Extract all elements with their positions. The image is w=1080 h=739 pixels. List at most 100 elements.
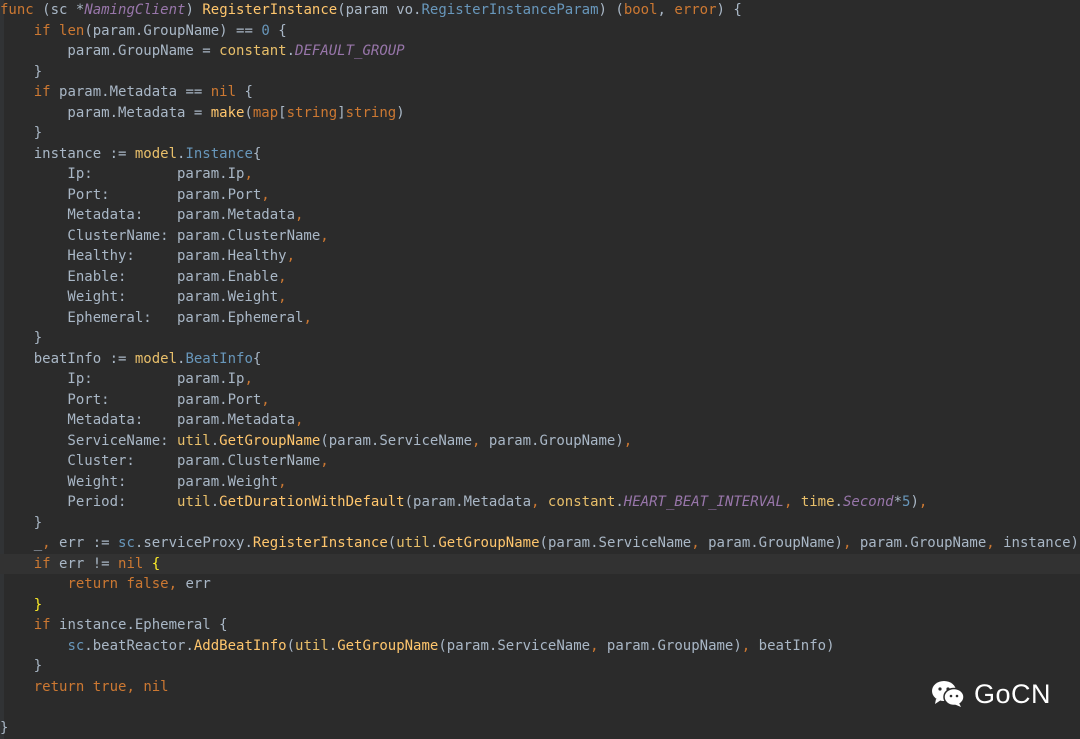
code-token: .	[210, 494, 220, 510]
code-token: ,	[918, 494, 928, 510]
code-line[interactable]: Period: util.GetDurationWithDefault(para…	[0, 492, 1080, 513]
code-token: .	[210, 432, 220, 449]
code-token: map	[252, 104, 279, 121]
code-line[interactable]: }	[0, 656, 1080, 677]
code-token: Healthy: param.Healthy	[0, 248, 287, 264]
code-token: [	[278, 104, 287, 121]
code-line[interactable]: Metadata: param.Metadata,	[0, 410, 1080, 431]
code-line[interactable]	[0, 697, 1080, 718]
code-line[interactable]: }	[0, 718, 1080, 739]
code-line[interactable]: if err != nil {	[0, 553, 1080, 574]
code-line[interactable]: if param.Metadata == nil {	[0, 82, 1080, 103]
code-line[interactable]: Weight: param.Weight,	[0, 287, 1080, 308]
code-token: }	[0, 330, 43, 346]
code-token: Metadata: param.Metadata	[0, 207, 296, 223]
code-token: .beatReactor.	[84, 637, 194, 654]
code-token: ,	[303, 309, 312, 326]
code-token: {	[252, 145, 262, 162]
code-token: util	[177, 432, 211, 449]
code-token: nil	[143, 678, 169, 695]
code-token: RegisterInstance	[252, 535, 388, 551]
code-token: {	[252, 350, 262, 367]
code-token: Ephemeral: param.Ephemeral	[0, 309, 304, 326]
code-token: Ip: param.Ip	[0, 371, 245, 387]
code-line[interactable]: return false, err	[0, 574, 1080, 595]
code-token: ,	[286, 248, 296, 264]
code-token: return false	[67, 576, 169, 592]
code-token: ,	[244, 166, 253, 182]
code-token: if	[33, 617, 60, 633]
code-token: nil	[118, 555, 152, 572]
code-token: model	[134, 145, 178, 162]
code-token: BeatInfo	[185, 350, 253, 367]
code-token: ) {	[716, 2, 742, 18]
code-token: model	[134, 350, 178, 367]
code-line[interactable]: }	[0, 123, 1080, 144]
code-line[interactable]: Port: param.Port,	[0, 390, 1080, 411]
code-token: }	[33, 596, 43, 613]
code-token: Ip: param.Ip	[0, 166, 245, 182]
code-line[interactable]: return true, nil	[0, 677, 1080, 698]
code-token: ,	[590, 637, 599, 654]
wechat-icon	[930, 679, 966, 709]
code-token: )	[910, 494, 919, 510]
code-line[interactable]: func (sc *NamingClient) RegisterInstance…	[0, 0, 1080, 21]
code-line[interactable]: param.GroupName = constant.DEFAULT_GROUP	[0, 41, 1080, 62]
code-token: util	[396, 535, 430, 551]
code-line[interactable]: Weight: param.Weight,	[0, 472, 1080, 493]
code-line[interactable]: ServiceName: util.GetGroupName(param.Ser…	[0, 431, 1080, 452]
code-line[interactable]: sc.beatReactor.AddBeatInfo(util.GetGroup…	[0, 636, 1080, 657]
code-token: ,	[295, 412, 304, 428]
code-token: sc	[50, 2, 76, 18]
code-editor[interactable]: func (sc *NamingClient) RegisterInstance…	[0, 0, 1080, 739]
code-line[interactable]: instance := model.Instance{	[0, 144, 1080, 165]
code-line[interactable]: }	[0, 328, 1080, 349]
code-token: ,	[278, 289, 287, 305]
code-token: param.GroupName)	[480, 432, 624, 449]
code-token: return true	[33, 678, 127, 695]
code-line[interactable]: ClusterName: param.ClusterName,	[0, 226, 1080, 247]
code-line[interactable]: Port: param.Port,	[0, 185, 1080, 206]
code-token: Port: param.Port	[0, 391, 262, 408]
code-line[interactable]: if len(param.GroupName) == 0 {	[0, 21, 1080, 42]
code-token: ,	[278, 268, 287, 285]
code-token: sc	[118, 535, 135, 551]
code-line[interactable]: Ip: param.Ip,	[0, 369, 1080, 390]
code-line[interactable]: }	[0, 595, 1080, 616]
code-line[interactable]: param.Metadata = make(map[string]string)	[0, 103, 1080, 124]
code-line[interactable]: Enable: param.Enable,	[0, 267, 1080, 288]
code-token: ,	[295, 207, 304, 223]
code-token: (param vo.	[337, 2, 422, 18]
code-line[interactable]: beatInfo := model.BeatInfo{	[0, 349, 1080, 370]
code-token: HEART_BEAT_INTERVAL	[623, 494, 784, 510]
code-token: string	[345, 104, 397, 121]
code-line[interactable]: Ip: param.Ip,	[0, 164, 1080, 185]
code-token: )	[185, 2, 203, 18]
code-token: ,	[657, 2, 675, 18]
code-token: }	[0, 658, 43, 674]
code-line[interactable]: Healthy: param.Healthy,	[0, 246, 1080, 267]
code-token: instance)	[994, 535, 1079, 551]
code-token: ,	[261, 186, 270, 203]
code-line[interactable]: if instance.Ephemeral {	[0, 615, 1080, 636]
code-line[interactable]: Ephemeral: param.Ephemeral,	[0, 308, 1080, 329]
code-line[interactable]: }	[0, 513, 1080, 534]
code-token: param.GroupName =	[0, 43, 220, 59]
code-token: ,	[168, 576, 178, 592]
code-line[interactable]: }	[0, 62, 1080, 83]
code-token: if	[33, 555, 60, 572]
code-token: ,	[278, 473, 287, 490]
code-token: time	[800, 494, 835, 510]
code-token: NamingClient	[84, 2, 186, 18]
code-line[interactable]: _, err := sc.serviceProxy.RegisterInstan…	[0, 533, 1080, 554]
code-token: GetDurationWithDefault	[219, 494, 405, 510]
code-token: (param.GroupName) ==	[84, 22, 262, 39]
code-token: Weight: param.Weight	[0, 289, 279, 305]
code-line[interactable]: Metadata: param.Metadata,	[0, 205, 1080, 226]
code-token: GetGroupName	[438, 535, 540, 551]
code-line[interactable]: Cluster: param.ClusterName,	[0, 451, 1080, 472]
code-token: err !=	[59, 555, 119, 572]
code-token: ,	[320, 227, 329, 244]
